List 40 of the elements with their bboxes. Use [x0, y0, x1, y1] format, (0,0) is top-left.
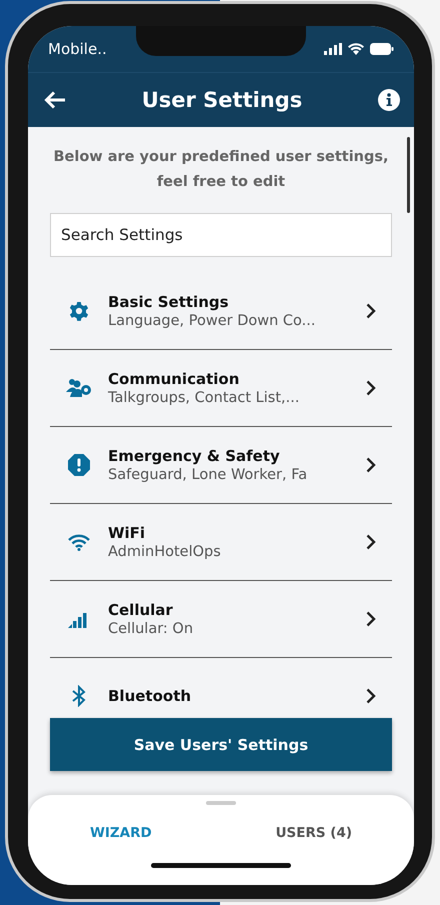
chevron-right-icon: [366, 611, 376, 627]
setting-summary: Cellular: On: [108, 621, 194, 637]
setting-summary: AdminHotelOps: [108, 544, 221, 560]
setting-title: Emergency & Safety: [108, 447, 280, 465]
info-icon[interactable]: [378, 89, 400, 111]
carrier-name: Mobile..: [48, 40, 107, 58]
settings-row[interactable]: WiFi AdminHotelOps: [50, 504, 392, 581]
setting-title: WiFi: [108, 524, 146, 542]
gear-icon: [69, 301, 89, 321]
search-field[interactable]: Search Settings: [50, 213, 392, 257]
back-arrow-icon[interactable]: [44, 91, 66, 109]
setting-summary: Talkgroups, Contact List,...: [108, 390, 300, 406]
setting-summary: Safeguard, Lone Worker, Fa: [108, 467, 308, 483]
setting-title: Basic Settings: [108, 293, 229, 311]
alert-octagon-icon: [68, 454, 90, 476]
wifi-icon: [348, 43, 364, 55]
battery-icon: [370, 43, 394, 55]
chevron-right-icon: [366, 303, 376, 319]
sheet-handle[interactable]: [206, 801, 236, 805]
intro-text: Below are your predefined user settings, feel free to edit: [52, 148, 390, 192]
wifi-icon: [68, 534, 90, 550]
settings-row[interactable]: Emergency & Safety Safeguard, Lone Worker, Fa: [50, 427, 392, 504]
setting-title: Communication: [108, 370, 240, 388]
settings-row[interactable]: Cellular Cellular: On: [50, 581, 392, 658]
chevron-right-icon: [366, 457, 376, 473]
screen-title: User Settings: [142, 88, 302, 112]
bottom-tab[interactable]: USERS (4): [268, 821, 360, 845]
setting-title: Cellular: [108, 601, 173, 619]
setting-summary: Language, Power Down Co...: [108, 313, 316, 329]
settings-row[interactable]: Basic Settings Language, Power Down Co...: [50, 273, 392, 350]
chevron-right-icon: [366, 688, 376, 704]
signal-icon: [324, 43, 342, 55]
settings-row[interactable]: Communication Talkgroups, Contact List,...: [50, 350, 392, 427]
bottom-tab[interactable]: WIZARD: [82, 821, 160, 845]
people-gear-icon: [66, 378, 92, 398]
setting-title: Bluetooth: [108, 687, 192, 705]
bluetooth-icon: [72, 685, 86, 707]
save-settings-button[interactable]: Save Users' Settings: [50, 718, 392, 771]
chevron-right-icon: [366, 534, 376, 550]
chevron-right-icon: [366, 380, 376, 396]
